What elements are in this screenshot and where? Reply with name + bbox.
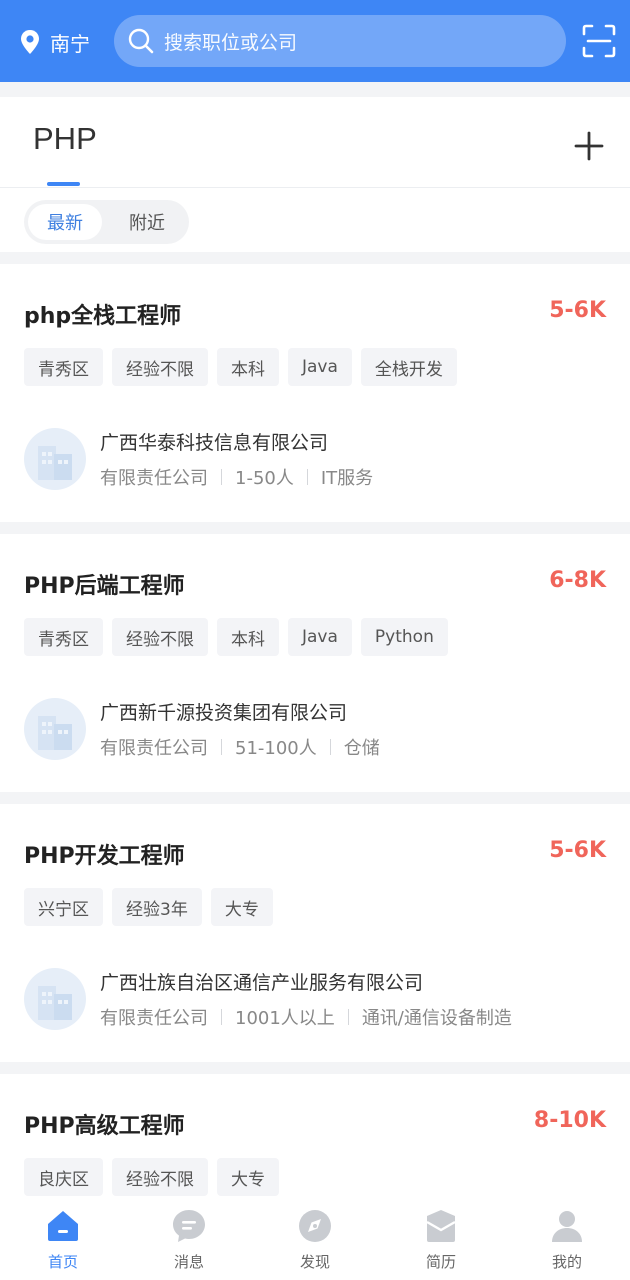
meta-separator bbox=[329, 739, 331, 755]
filter-panel: PHP 最新 附近 bbox=[0, 97, 630, 252]
job-salary: 5-6K bbox=[549, 838, 606, 863]
meta-separator bbox=[221, 739, 222, 755]
nav-label: 消息 bbox=[173, 1253, 204, 1271]
add-keyword-icon[interactable] bbox=[574, 131, 604, 161]
job-title: php全栈工程师 bbox=[24, 304, 182, 329]
job-title: PHP开发工程师 bbox=[24, 844, 185, 869]
company-type: 有限责任公司 bbox=[100, 1008, 208, 1029]
message-icon bbox=[173, 1210, 205, 1242]
nav-label: 简历 bbox=[425, 1253, 456, 1271]
active-tab-indicator bbox=[47, 182, 80, 186]
job-tag: Java bbox=[288, 618, 352, 656]
sort-option-nearby[interactable]: 附近 bbox=[110, 204, 184, 240]
company-type: 有限责任公司 bbox=[100, 738, 208, 759]
job-salary: 6-8K bbox=[549, 568, 606, 593]
meta-separator bbox=[347, 1009, 349, 1025]
job-card[interactable]: php全栈工程师 5-6K 青秀区 经验不限 本科 Java 全栈开发 广西华泰… bbox=[0, 264, 630, 522]
nav-item-profile[interactable]: 我的 bbox=[504, 1198, 630, 1280]
city-selector[interactable]: 南宁 bbox=[20, 26, 90, 58]
job-card[interactable]: PHP高级工程师 8-10K 良庆区 经验不限 大专 bbox=[0, 1074, 630, 1198]
home-icon bbox=[48, 1211, 78, 1241]
company-industry: 通讯/通信设备制造 bbox=[361, 1008, 512, 1029]
company-logo-icon bbox=[24, 968, 86, 1030]
company-size: 1-50人 bbox=[235, 468, 294, 489]
discover-icon bbox=[299, 1210, 331, 1242]
job-tag: 全栈开发 bbox=[360, 348, 457, 386]
job-salary: 5-6K bbox=[549, 298, 606, 323]
search-placeholder: 搜索职位或公司 bbox=[164, 31, 298, 54]
company-name: 广西壮族自治区通信产业服务有限公司 bbox=[100, 972, 424, 994]
meta-separator bbox=[221, 1009, 222, 1025]
job-tag: 青秀区 bbox=[24, 348, 103, 386]
divider bbox=[0, 187, 630, 188]
keyword-tab[interactable]: PHP bbox=[33, 121, 97, 157]
job-tag: 经验3年 bbox=[112, 888, 202, 926]
job-tags: 青秀区 经验不限 本科 Java 全栈开发 bbox=[24, 348, 466, 386]
scan-icon[interactable] bbox=[582, 24, 616, 58]
job-card[interactable]: PHP开发工程师 5-6K 兴宁区 经验3年 大专 广西壮族自治区通信产业服务有… bbox=[0, 804, 630, 1062]
company-logo-icon bbox=[24, 698, 86, 760]
job-tag: 本科 bbox=[217, 348, 279, 386]
company-name: 广西新千源投资集团有限公司 bbox=[100, 702, 348, 724]
company-logo-icon bbox=[24, 428, 86, 490]
meta-separator bbox=[306, 469, 308, 485]
nav-item-discover[interactable]: 发现 bbox=[252, 1198, 378, 1280]
job-tag: 经验不限 bbox=[112, 1158, 208, 1196]
nav-label: 发现 bbox=[299, 1253, 330, 1271]
sort-segmented-control: 最新 附近 bbox=[24, 200, 189, 244]
job-tag: 经验不限 bbox=[112, 348, 208, 386]
job-tag: 良庆区 bbox=[24, 1158, 103, 1196]
location-pin-icon bbox=[21, 30, 39, 54]
profile-icon bbox=[552, 1211, 582, 1242]
job-tags: 良庆区 经验不限 大专 bbox=[24, 1158, 288, 1196]
nav-label: 首页 bbox=[47, 1253, 78, 1271]
company-industry: IT服务 bbox=[320, 468, 374, 489]
company-industry: 仓储 bbox=[343, 738, 380, 759]
company-size: 51-100人 bbox=[235, 738, 317, 759]
job-tags: 青秀区 经验不限 本科 Java Python bbox=[24, 618, 457, 656]
job-tag: 兴宁区 bbox=[24, 888, 103, 926]
job-tag: 本科 bbox=[217, 618, 279, 656]
top-bar: 南宁 搜索职位或公司 bbox=[0, 0, 630, 82]
nav-item-home[interactable]: 首页 bbox=[0, 1198, 126, 1280]
sort-option-latest[interactable]: 最新 bbox=[28, 204, 102, 240]
search-icon bbox=[128, 28, 154, 54]
company-name: 广西华泰科技信息有限公司 bbox=[100, 432, 329, 454]
meta-separator bbox=[221, 469, 222, 485]
city-label: 南宁 bbox=[50, 31, 90, 56]
search-input[interactable]: 搜索职位或公司 bbox=[114, 15, 566, 67]
job-tag: Python bbox=[360, 618, 448, 656]
nav-item-messages[interactable]: 消息 bbox=[126, 1198, 252, 1280]
nav-item-resume[interactable]: 简历 bbox=[378, 1198, 504, 1280]
job-title: PHP后端工程师 bbox=[24, 574, 185, 599]
job-salary: 8-10K bbox=[533, 1108, 606, 1133]
job-tags: 兴宁区 经验3年 大专 bbox=[24, 888, 282, 926]
company-type: 有限责任公司 bbox=[100, 468, 208, 489]
company-meta: 有限责任公司 1001人以上 通讯/通信设备制造 bbox=[100, 1004, 512, 1030]
job-title: PHP高级工程师 bbox=[24, 1114, 185, 1139]
nav-label: 我的 bbox=[551, 1253, 582, 1271]
job-card[interactable]: PHP后端工程师 6-8K 青秀区 经验不限 本科 Java Python 广西… bbox=[0, 534, 630, 792]
job-tag: 青秀区 bbox=[24, 618, 103, 656]
job-tag: 经验不限 bbox=[112, 618, 208, 656]
job-tag: Java bbox=[288, 348, 352, 386]
bottom-nav: 首页 消息 发现 简历 我的 bbox=[0, 1198, 630, 1280]
job-tag: 大专 bbox=[210, 888, 273, 926]
company-meta: 有限责任公司 1-50人 IT服务 bbox=[100, 464, 373, 490]
company-meta: 有限责任公司 51-100人 仓储 bbox=[100, 734, 380, 760]
resume-icon bbox=[426, 1210, 456, 1242]
job-tag: 大专 bbox=[217, 1158, 279, 1196]
company-size: 1001人以上 bbox=[235, 1008, 335, 1029]
